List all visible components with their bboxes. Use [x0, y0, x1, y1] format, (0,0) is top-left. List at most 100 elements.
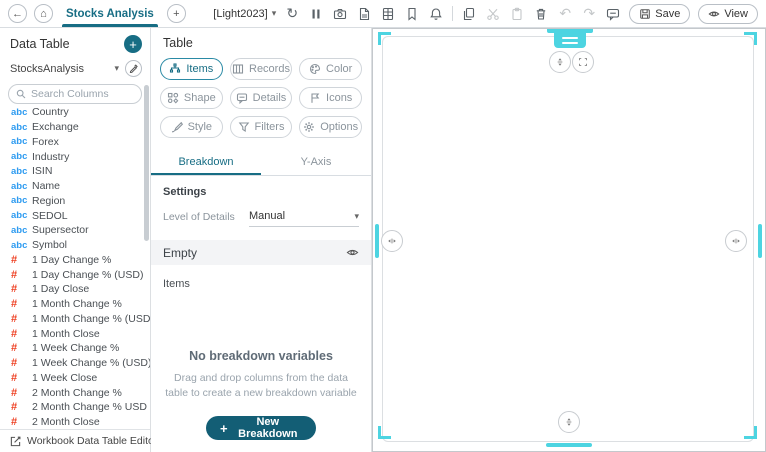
selection-corner-bottom-right[interactable]: [744, 426, 757, 439]
options-button[interactable]: Options: [299, 116, 362, 138]
column-label: Supersector: [32, 224, 89, 237]
shapes-icon: [167, 92, 179, 104]
save-icon: [640, 8, 651, 19]
paste-button[interactable]: [509, 6, 525, 22]
items-button[interactable]: Items: [160, 58, 223, 80]
breakdown-empty-section[interactable]: Empty: [151, 240, 371, 265]
save-button[interactable]: Save: [629, 3, 691, 24]
resize-vertical-button-bottom[interactable]: [558, 411, 580, 433]
add-data-table-button[interactable]: +: [124, 35, 142, 53]
bookmark-button[interactable]: [404, 6, 420, 22]
new-breakdown-button[interactable]: + New Breakdown: [206, 416, 316, 440]
column-list-item[interactable]: # 1 Week Change %: [0, 341, 150, 356]
column-list-item[interactable]: # 1 Month Close: [0, 326, 150, 341]
undo-button[interactable]: ↶: [557, 5, 573, 22]
column-list-item[interactable]: abc Name: [0, 179, 150, 194]
toolbar-divider: [452, 6, 454, 21]
snapshot-button[interactable]: [332, 6, 348, 22]
selection-corner-top-left[interactable]: [378, 32, 391, 45]
excel-export-button[interactable]: [380, 6, 396, 22]
column-list-item[interactable]: # 2 Month Close: [0, 415, 150, 428]
column-list-item[interactable]: # 1 Week Change % (USD): [0, 356, 150, 371]
column-list-item[interactable]: abc Region: [0, 194, 150, 209]
workbook-tab[interactable]: Stocks Analysis: [62, 0, 158, 27]
column-type-icon: abc: [11, 136, 28, 148]
add-tab-button[interactable]: +: [166, 4, 186, 23]
details-button[interactable]: Details: [229, 87, 293, 109]
home-icon: ⌂: [40, 7, 47, 20]
column-list-item[interactable]: abc SEDOL: [0, 208, 150, 223]
column-list-item[interactable]: # 1 Week Close: [0, 371, 150, 386]
records-button[interactable]: Records: [229, 58, 293, 80]
cut-button[interactable]: [485, 6, 501, 22]
selection-edge-left[interactable]: [375, 224, 379, 258]
view-button[interactable]: View: [698, 3, 758, 24]
visibility-eye-icon[interactable]: [346, 246, 359, 259]
workbook-data-table-editor-button[interactable]: Workbook Data Table Editor: [0, 429, 157, 452]
selection-corner-bottom-left[interactable]: [378, 426, 391, 439]
column-list-item[interactable]: abc Forex: [0, 135, 150, 150]
style-button-label: Style: [187, 121, 213, 133]
icons-button[interactable]: Icons: [299, 87, 362, 109]
sidebar-title: Data Table: [10, 37, 70, 51]
column-list-item[interactable]: # 2 Month Change % USD: [0, 400, 150, 415]
column-list-item[interactable]: # 1 Month Change % (USD): [0, 312, 150, 327]
dashboard-canvas[interactable]: [372, 28, 766, 452]
column-list-item[interactable]: abc Symbol: [0, 238, 150, 253]
column-label: ISIN: [32, 165, 53, 178]
column-list-item[interactable]: # 1 Month Change %: [0, 297, 150, 312]
filters-button[interactable]: Filters: [229, 116, 293, 138]
tab-breakdown[interactable]: Breakdown: [151, 150, 261, 175]
selection-edge-bottom[interactable]: [546, 443, 592, 447]
level-of-details-select[interactable]: Manual ▾: [249, 210, 359, 227]
data-table-selector[interactable]: StocksAnalysis ▾: [0, 57, 150, 79]
column-list-item[interactable]: # 1 Day Close: [0, 282, 150, 297]
widget-drag-handle[interactable]: [547, 29, 593, 48]
resize-vertical-button-top[interactable]: [549, 51, 571, 73]
redo-button[interactable]: ↷: [581, 5, 597, 22]
search-columns-box[interactable]: [8, 84, 142, 104]
notifications-button[interactable]: [428, 6, 444, 22]
tab-y-axis[interactable]: Y-Axis: [261, 150, 371, 175]
delete-button[interactable]: [533, 6, 549, 22]
color-button-label: Color: [326, 63, 353, 75]
column-list-item[interactable]: abc Industry: [0, 149, 150, 164]
panel-title: Table: [163, 36, 193, 50]
filters-button-label: Filters: [254, 121, 285, 133]
drag-handle-icon: [554, 33, 586, 48]
shape-button[interactable]: Shape: [160, 87, 223, 109]
column-list-item[interactable]: abc Country: [0, 105, 150, 120]
table-visual-widget[interactable]: [382, 36, 754, 442]
resize-horizontal-button-left[interactable]: [381, 230, 403, 252]
pdf-export-button[interactable]: [356, 6, 372, 22]
maximize-widget-button[interactable]: [572, 51, 594, 73]
edit-data-table-button[interactable]: [125, 60, 142, 77]
column-label: Country: [32, 106, 69, 119]
style-button[interactable]: Style: [160, 116, 223, 138]
column-list-item[interactable]: # 1 Day Change %: [0, 253, 150, 268]
column-list-item[interactable]: # 1 Day Change % (USD): [0, 267, 150, 282]
back-button[interactable]: ←: [8, 4, 27, 23]
resize-horizontal-button-right[interactable]: [725, 230, 747, 252]
home-button[interactable]: ⌂: [34, 4, 53, 23]
column-list-item[interactable]: abc ISIN: [0, 164, 150, 179]
search-columns-input[interactable]: [31, 88, 134, 100]
plus-icon: +: [129, 36, 137, 52]
column-list-item[interactable]: abc Supersector: [0, 223, 150, 238]
copy-button[interactable]: [461, 6, 477, 22]
comment-button[interactable]: [605, 6, 621, 22]
refresh-button[interactable]: ↻: [284, 5, 300, 22]
selection-edge-right[interactable]: [758, 224, 762, 258]
pause-button[interactable]: [308, 6, 324, 22]
items-button-label: Items: [186, 63, 214, 75]
column-list-item[interactable]: # 2 Month Change %: [0, 385, 150, 400]
color-button[interactable]: Color: [299, 58, 362, 80]
chevron-down-icon: ▾: [354, 210, 359, 221]
sidebar-scrollbar[interactable]: [144, 85, 149, 241]
column-label: 1 Week Change %: [32, 342, 120, 355]
column-label: Symbol: [32, 239, 68, 252]
theme-selector[interactable]: [Light2023] ▾: [213, 8, 276, 20]
selection-corner-top-right[interactable]: [744, 32, 757, 45]
column-list-item[interactable]: abc Exchange: [0, 120, 150, 135]
column-type-icon: abc: [11, 210, 28, 222]
